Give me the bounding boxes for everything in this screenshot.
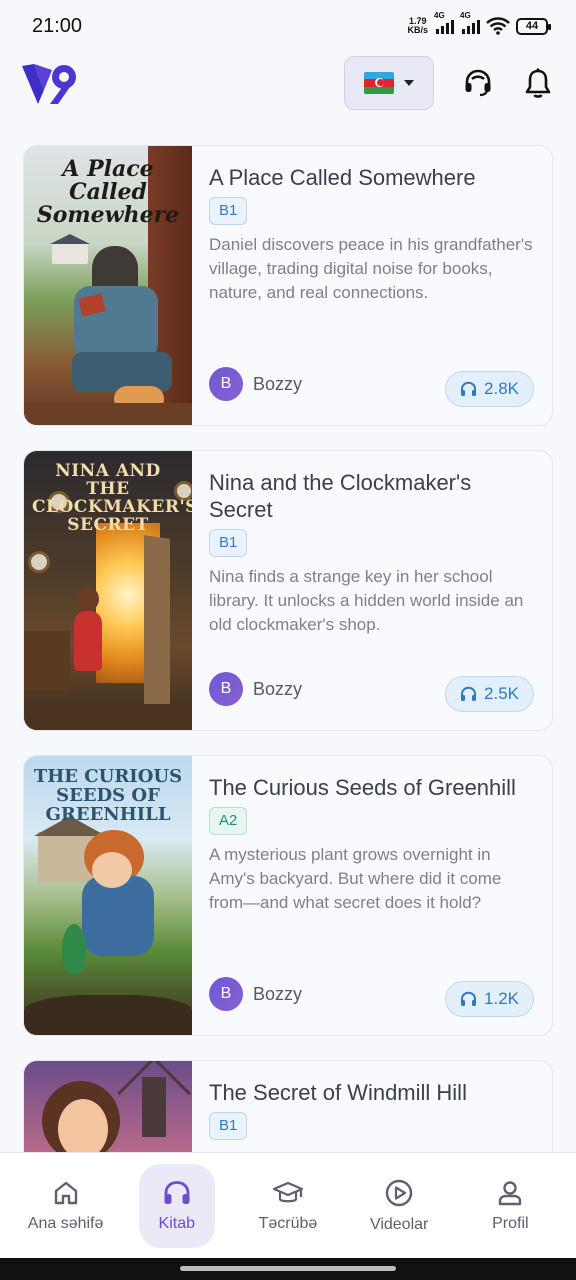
- author-name: Bozzy: [253, 678, 303, 699]
- book-card[interactable]: THE CURIOUS SEEDS OF GREENHILL The Curio…: [23, 755, 553, 1036]
- listens-count: 2.5K: [484, 684, 519, 703]
- listens-badge: 2.5K: [445, 676, 534, 712]
- book-cover: THE CURIOUS SEEDS OF GREENHILL: [24, 756, 192, 1035]
- listens-badge: 2.8K: [445, 371, 534, 407]
- avatar: B: [209, 367, 243, 401]
- app-logo-icon[interactable]: [22, 60, 80, 106]
- battery-icon: 44: [516, 17, 551, 35]
- app-header: [0, 52, 576, 114]
- level-badge: A2: [209, 807, 248, 835]
- book-info: A Place Called Somewhere B1 Daniel disco…: [192, 146, 552, 425]
- bell-icon: [525, 68, 551, 98]
- play-circle-icon: [385, 1179, 413, 1206]
- book-info: The Curious Seeds of Greenhill A2 A myst…: [192, 756, 552, 1035]
- book-info: Nina and the Clockmaker's Secret B1 Nina…: [192, 451, 552, 730]
- nav-item-book[interactable]: Kitab: [138, 1163, 215, 1248]
- headphones-icon: [461, 686, 477, 701]
- listens-badge: 1.2K: [445, 981, 534, 1017]
- nav-item-videos[interactable]: Videolar: [361, 1164, 437, 1248]
- graduation-cap-icon: [272, 1181, 304, 1202]
- book-title: The Secret of Windmill Hill: [209, 1080, 467, 1105]
- status-bar: 21:00 1.79 KB/s 4G 4G 44: [0, 0, 576, 52]
- author: B Bozzy: [209, 367, 302, 401]
- cover-title: A Place Called Somewhere: [36, 156, 180, 229]
- book-card[interactable]: NINA AND THE CLOCKMAKER'S SECRET Nina an…: [23, 450, 553, 731]
- nav-item-home[interactable]: Ana səhifə: [28, 1164, 104, 1248]
- author: B Bozzy: [209, 672, 302, 706]
- azerbaijan-flag-icon: [364, 72, 394, 94]
- user-icon: [499, 1180, 522, 1205]
- headphones-icon: [164, 1180, 190, 1204]
- nav-item-practice[interactable]: Təcrübə: [250, 1164, 326, 1248]
- nav-label: Profil: [492, 1214, 529, 1232]
- book-title: Nina and the Clockmaker's Secret: [209, 470, 472, 522]
- book-card[interactable]: A Place Called Somewhere A Place Called …: [23, 145, 553, 426]
- book-title: The Curious Seeds of Greenhill: [209, 775, 516, 800]
- book-description: A mysterious plant grows overnight in Am…: [209, 845, 502, 912]
- network-speed: 1.79 KB/s: [407, 17, 428, 35]
- support-button[interactable]: [462, 67, 494, 99]
- level-badge: B1: [209, 197, 248, 225]
- header-actions: [344, 56, 554, 110]
- author-name: Bozzy: [253, 373, 303, 394]
- avatar: B: [209, 672, 243, 706]
- caret-down-icon: [404, 80, 414, 86]
- headphones-icon: [461, 381, 477, 396]
- system-navigation-bar: [0, 1258, 576, 1280]
- nav-label: Təcrübə: [258, 1214, 318, 1232]
- network-type-label: 4G: [434, 11, 445, 20]
- battery-level: 44: [525, 20, 539, 32]
- network-type-label: 4G: [460, 11, 471, 20]
- network-speed-unit: KB/s: [407, 25, 428, 35]
- nav-label: Kitab: [158, 1214, 196, 1232]
- headset-support-icon: [465, 69, 491, 97]
- listens-count: 2.8K: [484, 379, 519, 398]
- signal-icon: 4G: [434, 11, 454, 34]
- home-icon: [54, 1181, 77, 1204]
- nav-label: Videolar: [369, 1215, 429, 1233]
- nav-label: Ana səhifə: [27, 1214, 104, 1232]
- book-cover: A Place Called Somewhere: [24, 146, 192, 425]
- home-indicator[interactable]: [180, 1266, 396, 1271]
- level-badge: B1: [209, 529, 248, 557]
- headphones-icon: [461, 991, 477, 1006]
- level-badge: B1: [209, 1112, 248, 1140]
- book-cover: NINA AND THE CLOCKMAKER'S SECRET: [24, 451, 192, 730]
- signal-icon: 4G: [460, 11, 480, 34]
- notifications-button[interactable]: [522, 67, 554, 99]
- author-name: Bozzy: [253, 983, 303, 1004]
- bottom-navigation: Ana səhifə Kitab Təcrübə Videolar Profil: [0, 1152, 576, 1258]
- author: B Bozzy: [209, 977, 302, 1011]
- avatar: B: [209, 977, 243, 1011]
- cover-title: NINA AND THE CLOCKMAKER'S SECRET: [32, 461, 192, 535]
- nav-item-profile[interactable]: Profil: [472, 1164, 548, 1248]
- cover-title: THE CURIOUS SEEDS OF GREENHILL: [33, 766, 183, 825]
- wifi-icon: [486, 17, 510, 35]
- language-selector[interactable]: [344, 56, 434, 110]
- book-description: Nina finds a strange key in her school l…: [209, 567, 524, 634]
- status-indicators: 1.79 KB/s 4G 4G 44: [407, 11, 551, 35]
- book-description: Daniel discovers peace in his grandfathe…: [209, 235, 533, 302]
- book-title: A Place Called Somewhere: [209, 165, 476, 190]
- status-time: 21:00: [32, 14, 83, 37]
- listens-count: 1.2K: [484, 989, 519, 1008]
